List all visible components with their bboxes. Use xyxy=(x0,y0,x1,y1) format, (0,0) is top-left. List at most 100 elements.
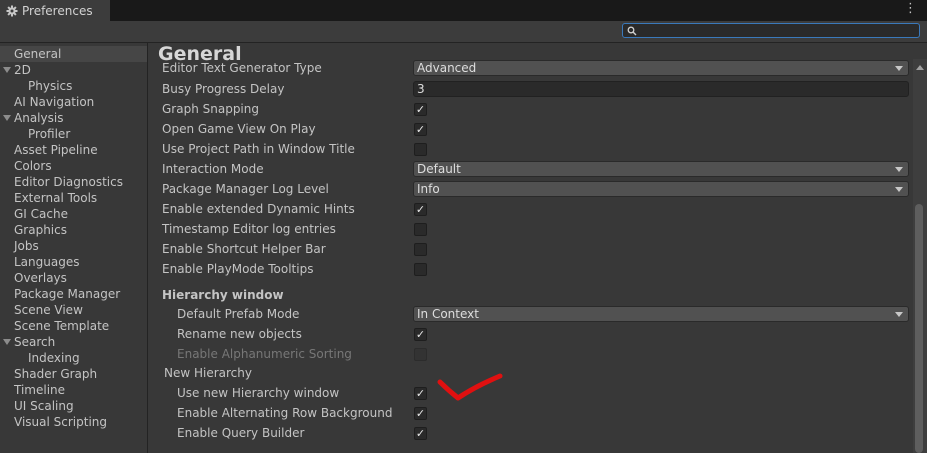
checkbox-timestamp-editor-log-entries[interactable] xyxy=(414,223,427,236)
setting-label-enable-shortcut-helper-bar: Enable Shortcut Helper Bar xyxy=(162,242,326,256)
sidebar-item-label: Graphics xyxy=(14,223,67,237)
checkbox-use-new-hierarchy-window[interactable]: ✓ xyxy=(414,387,427,400)
sidebar-item-gi-cache[interactable]: GI Cache xyxy=(0,206,147,222)
setting-label-use-new-hierarchy-window: Use new Hierarchy window xyxy=(177,386,340,400)
search-icon xyxy=(627,25,637,36)
dropdown-editor-text-generator-type[interactable]: Advanced xyxy=(413,60,909,76)
expand-arrow-icon[interactable] xyxy=(3,67,11,73)
sidebar-item-indexing[interactable]: Indexing xyxy=(0,350,147,366)
expand-arrow-icon[interactable] xyxy=(3,115,11,121)
sidebar-item-label: Editor Diagnostics xyxy=(14,175,123,189)
setting-label-default-prefab-mode: Default Prefab Mode xyxy=(177,307,300,321)
sidebar-item-visual-scripting[interactable]: Visual Scripting xyxy=(0,414,147,430)
settings-panel: Editor Text Generator Type Advanced Busy P… xyxy=(148,43,927,453)
setting-label-timestamp-editor-log-entries: Timestamp Editor log entries xyxy=(162,222,336,236)
sidebar-item-label: Overlays xyxy=(14,271,67,285)
setting-label-enable-query-builder: Enable Query Builder xyxy=(177,426,305,440)
setting-label-use-project-path-in-window-title: Use Project Path in Window Title xyxy=(162,142,355,156)
text-field-busy-progress-delay[interactable]: 3 xyxy=(413,81,909,97)
sidebar-item-jobs[interactable]: Jobs xyxy=(0,238,147,254)
sidebar-item-colors[interactable]: Colors xyxy=(0,158,147,174)
sidebar-item-asset-pipeline[interactable]: Asset Pipeline xyxy=(0,142,147,158)
sidebar-item-label: Colors xyxy=(14,159,52,173)
checkbox-enable-query-builder[interactable]: ✓ xyxy=(414,427,427,440)
sidebar-item-label: 2D xyxy=(14,63,31,77)
setting-label-enable-alphanumeric-sorting: Enable Alphanumeric Sorting xyxy=(177,347,352,361)
checkbox-enable-alternating-row-background[interactable]: ✓ xyxy=(414,407,427,420)
sidebar-item-label: Shader Graph xyxy=(14,367,98,381)
sidebar-item-label: Package Manager xyxy=(14,287,121,301)
sidebar-item-languages[interactable]: Languages xyxy=(0,254,147,270)
sidebar-item-overlays[interactable]: Overlays xyxy=(0,270,147,286)
sidebar-item-label: Jobs xyxy=(14,239,39,253)
kebab-menu-icon[interactable]: ⋮ xyxy=(904,2,917,16)
setting-label-graph-snapping: Graph Snapping xyxy=(162,102,259,116)
red-checkmark-annotation xyxy=(437,373,503,401)
sidebar-item-label: General xyxy=(14,47,62,61)
section-header-hierarchy-window: Hierarchy window xyxy=(162,288,284,302)
sidebar-item-ui-scaling[interactable]: UI Scaling xyxy=(0,398,147,414)
sidebar: General 2D Physics AI Navigation Analysis Pro… xyxy=(0,43,148,453)
setting-label-package-manager-log-level: Package Manager Log Level xyxy=(162,182,329,196)
checkbox-enable-extended-dynamic-hints[interactable]: ✓ xyxy=(414,203,427,216)
vertical-scrollbar[interactable] xyxy=(913,59,927,453)
checkbox-enable-alphanumeric-sorting xyxy=(414,348,427,361)
sidebar-item-analysis[interactable]: Analysis xyxy=(0,110,147,126)
sidebar-item-label: Indexing xyxy=(28,351,80,365)
tab-bar: Preferences ⋮ xyxy=(0,0,927,21)
sidebar-item-package-manager[interactable]: Package Manager xyxy=(0,286,147,302)
toolbar xyxy=(0,21,927,43)
sidebar-item-label: Scene Template xyxy=(14,319,110,333)
dropdown-value: Default xyxy=(417,162,461,176)
dropdown-package-manager-log-level[interactable]: Info xyxy=(413,181,909,197)
sidebar-item-label: GI Cache xyxy=(14,207,68,221)
sidebar-item-scene-template[interactable]: Scene Template xyxy=(0,318,147,334)
sidebar-item-physics[interactable]: Physics xyxy=(0,78,147,94)
sidebar-item-shader-graph[interactable]: Shader Graph xyxy=(0,366,147,382)
checkbox-rename-new-objects[interactable]: ✓ xyxy=(414,328,427,341)
setting-label-busy-progress-delay: Busy Progress Delay xyxy=(162,82,285,96)
sidebar-item-general[interactable]: General xyxy=(0,46,147,62)
chevron-down-icon xyxy=(895,187,903,192)
sidebar-item-label: Analysis xyxy=(14,111,64,125)
checkbox-enable-shortcut-helper-bar[interactable] xyxy=(414,243,427,256)
dropdown-interaction-mode[interactable]: Default xyxy=(413,161,909,177)
sidebar-item-graphics[interactable]: Graphics xyxy=(0,222,147,238)
sidebar-item-timeline[interactable]: Timeline xyxy=(0,382,147,398)
sidebar-item-profiler[interactable]: Profiler xyxy=(0,126,147,142)
sidebar-item-label: Profiler xyxy=(28,127,71,141)
checkbox-use-project-path-in-window-title[interactable] xyxy=(414,143,427,156)
sidebar-item-editor-diagnostics[interactable]: Editor Diagnostics xyxy=(0,174,147,190)
scroll-up-icon[interactable] xyxy=(916,65,924,70)
dropdown-default-prefab-mode[interactable]: In Context xyxy=(413,306,909,322)
checkbox-open-game-view-on-play[interactable]: ✓ xyxy=(414,123,427,136)
sidebar-item-label: UI Scaling xyxy=(14,399,74,413)
sidebar-item-label: Languages xyxy=(14,255,80,269)
tab-label: Preferences xyxy=(22,3,93,18)
sidebar-item-label: Search xyxy=(14,335,56,349)
tab-preferences[interactable]: Preferences xyxy=(0,0,110,21)
dropdown-value: Info xyxy=(417,182,440,196)
expand-arrow-icon[interactable] xyxy=(3,339,11,345)
setting-label-open-game-view-on-play: Open Game View On Play xyxy=(162,122,316,136)
page-title: General xyxy=(158,43,242,65)
search-input[interactable] xyxy=(622,23,920,38)
gear-icon xyxy=(6,5,18,17)
setting-label-rename-new-objects: Rename new objects xyxy=(177,327,302,341)
sidebar-item-ai-navigation[interactable]: AI Navigation xyxy=(0,94,147,110)
sidebar-item-search[interactable]: Search xyxy=(0,334,147,350)
chevron-down-icon xyxy=(895,66,903,71)
sidebar-item-scene-view[interactable]: Scene View xyxy=(0,302,147,318)
checkbox-graph-snapping[interactable]: ✓ xyxy=(414,103,427,116)
sidebar-item-label: External Tools xyxy=(14,191,98,205)
sidebar-item-label: Timeline xyxy=(14,383,66,397)
sidebar-item-2d[interactable]: 2D xyxy=(0,62,147,78)
sidebar-item-external-tools[interactable]: External Tools xyxy=(0,190,147,206)
checkbox-enable-playmode-tooltips[interactable] xyxy=(414,263,427,276)
setting-label-enable-extended-dynamic-hints: Enable extended Dynamic Hints xyxy=(162,202,355,216)
setting-label-interaction-mode: Interaction Mode xyxy=(162,162,264,176)
scrollbar-thumb[interactable] xyxy=(915,204,923,453)
sidebar-item-label: AI Navigation xyxy=(14,95,95,109)
sidebar-item-label: Visual Scripting xyxy=(14,415,107,429)
dropdown-value: In Context xyxy=(417,307,479,321)
